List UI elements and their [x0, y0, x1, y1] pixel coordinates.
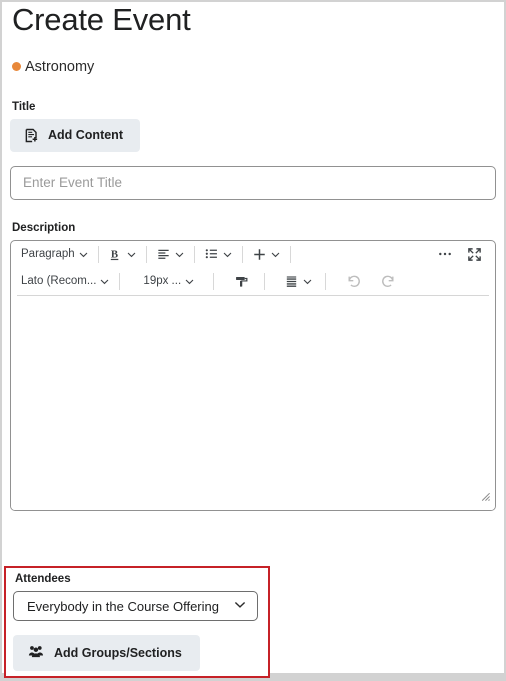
toolbar-divider — [119, 272, 121, 290]
toolbar-divider — [97, 245, 99, 263]
bullet-list-icon — [204, 247, 219, 262]
chevron-down-icon — [78, 249, 89, 260]
font-family-select[interactable]: Lato (Recom... — [17, 270, 114, 292]
toolbar-divider — [325, 272, 327, 290]
font-size-select[interactable]: 19px ... — [139, 270, 199, 292]
editor-toolbar-row-2: Lato (Recom... 19px ... — [11, 268, 495, 295]
course-name: Astronomy — [25, 58, 95, 75]
resize-grip-icon[interactable] — [478, 489, 491, 507]
line-height-icon — [284, 274, 299, 289]
chevron-down-icon — [222, 249, 233, 260]
editor-content-area[interactable] — [11, 295, 495, 510]
bold-icon: B — [108, 247, 123, 262]
chevron-down-icon — [302, 276, 313, 287]
align-left-icon — [156, 247, 171, 262]
align-button[interactable] — [152, 243, 189, 265]
plus-icon — [252, 247, 267, 262]
add-content-button[interactable]: Add Content — [10, 118, 140, 152]
add-groups-sections-label: Add Groups/Sections — [54, 646, 182, 660]
attendees-label: Attendees — [15, 573, 71, 585]
font-size-value: 19px ... — [143, 275, 182, 288]
chevron-down-icon — [270, 249, 281, 260]
toolbar-divider — [193, 245, 195, 263]
redo-button[interactable] — [377, 270, 399, 292]
chevron-down-icon — [126, 249, 137, 260]
redo-icon — [380, 273, 396, 289]
toolbar-divider — [213, 272, 215, 290]
course-color-dot — [12, 62, 21, 72]
chevron-down-icon — [233, 598, 247, 615]
description-label: Description — [12, 221, 76, 234]
undo-icon — [346, 273, 362, 289]
svg-text:B: B — [111, 248, 118, 260]
ellipsis-icon — [437, 246, 453, 262]
chevron-down-icon — [174, 249, 185, 260]
fullscreen-icon — [467, 247, 482, 262]
format-painter-button[interactable] — [231, 270, 252, 292]
rich-text-editor: Paragraph B Lato (Recom... 19px ... — [10, 239, 496, 511]
toolbar-divider — [241, 245, 243, 263]
title-label: Title — [12, 100, 36, 113]
bold-button[interactable]: B — [104, 243, 141, 265]
description-field-group: Description Paragraph B Lato (Recom... 1… — [10, 222, 496, 511]
toolbar-divider — [145, 245, 147, 263]
list-button[interactable] — [200, 243, 237, 265]
format-painter-icon — [234, 274, 249, 289]
course-chip: Astronomy — [10, 59, 496, 75]
add-content-label: Add Content — [48, 128, 123, 143]
chevron-down-icon — [99, 276, 110, 287]
add-content-icon — [24, 128, 39, 143]
attendees-select[interactable]: Everybody in the Course Offering — [13, 591, 258, 621]
attendees-selected-value: Everybody in the Course Offering — [27, 598, 219, 614]
fullscreen-button[interactable] — [464, 243, 485, 265]
line-height-button[interactable] — [280, 270, 317, 292]
create-event-page: Create Event Astronomy Title Add Content — [0, 0, 506, 681]
title-field-group: Title Add Content — [10, 101, 496, 200]
chevron-down-icon — [184, 276, 195, 287]
insert-button[interactable] — [248, 243, 285, 265]
paragraph-style-value: Paragraph — [21, 248, 75, 261]
undo-button[interactable] — [343, 270, 365, 292]
font-family-value: Lato (Recom... — [21, 275, 97, 288]
people-group-icon — [28, 644, 44, 662]
add-groups-sections-button[interactable]: Add Groups/Sections — [13, 635, 200, 671]
more-options-button[interactable] — [434, 243, 456, 265]
paragraph-style-select[interactable]: Paragraph — [17, 243, 93, 265]
page-title: Create Event — [12, 2, 191, 37]
toolbar-divider — [289, 245, 291, 263]
event-title-input[interactable] — [10, 165, 496, 200]
toolbar-divider — [264, 272, 266, 290]
editor-toolbar-row-1: Paragraph B — [11, 241, 495, 268]
attendees-section: Attendees Everybody in the Course Offeri… — [4, 566, 270, 678]
